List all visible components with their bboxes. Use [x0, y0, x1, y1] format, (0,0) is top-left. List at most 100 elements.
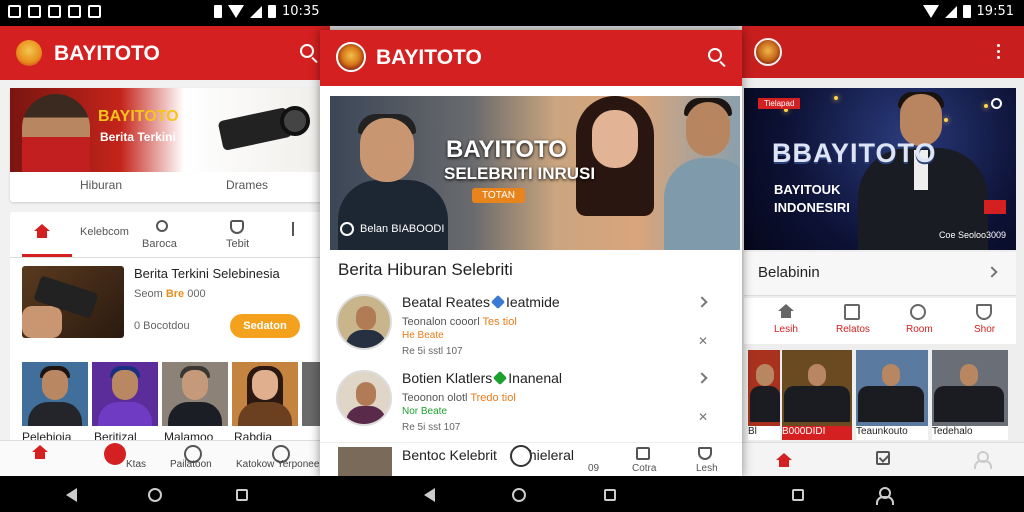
hero-caption: Belan BIABOODI — [340, 222, 444, 236]
banner-tab-drames[interactable]: Drames — [226, 178, 268, 192]
hero-title: BBAYITOTO — [772, 138, 937, 168]
media-tile[interactable]: Tedehalo — [932, 350, 1008, 440]
status-cluster-center: 10:35 — [214, 4, 319, 19]
nav-label[interactable]: Ktas — [126, 459, 146, 470]
hero-pill[interactable]: TOTAN — [472, 188, 525, 203]
home-system-icon[interactable] — [512, 488, 526, 502]
compass-icon[interactable] — [510, 445, 532, 467]
celebrity-row — [22, 362, 326, 426]
nav-label[interactable]: Katokow Yerponee — [236, 459, 319, 470]
status-cluster-right: 19:51 — [922, 4, 1014, 19]
back-icon[interactable] — [66, 488, 77, 502]
security-icon — [88, 5, 101, 18]
clock-center: 10:35 — [282, 4, 320, 19]
quick-action-label[interactable]: Relatos — [836, 324, 870, 335]
search-icon[interactable] — [991, 98, 1002, 109]
banner-tab-hiburan[interactable]: Hiburan — [80, 178, 122, 192]
search-icon[interactable] — [910, 304, 926, 320]
system-nav-bar — [0, 476, 1024, 512]
download-icon — [28, 5, 41, 18]
section-row[interactable]: Belabinin — [744, 252, 1016, 296]
profile-icon[interactable] — [876, 487, 894, 505]
quick-action-label[interactable]: Lesih — [774, 324, 798, 335]
chevron-right-icon — [986, 266, 998, 278]
screen-left: BAYITOTO BAYITOTO Berita Terkini Hiburan… — [0, 26, 330, 476]
item-avatar — [336, 370, 392, 426]
category-tabs: Kelebcom Baroca Tebit — [10, 212, 326, 258]
hero-person-image — [664, 98, 740, 250]
status-bar: 10:35 19:51 — [0, 0, 1024, 26]
overflow-menu-icon[interactable] — [997, 44, 1000, 47]
shield-icon[interactable] — [230, 220, 244, 234]
note-icon[interactable] — [636, 447, 650, 460]
home-nav-icon[interactable] — [776, 453, 792, 467]
signal-icon — [944, 5, 957, 18]
pin-icon[interactable] — [292, 222, 294, 236]
shield-icon[interactable] — [976, 304, 992, 320]
recents-icon[interactable] — [604, 489, 616, 501]
home-nav-icon[interactable] — [32, 445, 48, 459]
item-subtitle: Teoonon olotl Tredo tiol — [402, 392, 516, 404]
news-list-item[interactable]: Botien Klatlers Inanenal Teoonon olotl Tr… — [336, 370, 728, 442]
banner-title: BAYITOTO — [98, 108, 179, 125]
shield-icon[interactable] — [698, 447, 712, 460]
nav-label[interactable]: Cotra — [632, 463, 656, 474]
item-avatar — [336, 294, 392, 350]
media-caption: Bl — [748, 426, 780, 440]
category-panel: Kelebcom Baroca Tebit Berita Terkini Sel… — [10, 212, 326, 466]
celebrity-card[interactable] — [92, 362, 158, 426]
home-icon[interactable] — [34, 224, 50, 238]
media-tile[interactable]: B000DIDI — [782, 350, 852, 440]
brand-title: BAYITOTO — [54, 42, 160, 65]
calendar-icon[interactable] — [844, 304, 860, 320]
back-icon[interactable] — [424, 488, 435, 502]
media-tile[interactable]: Bl — [748, 350, 780, 440]
quick-action-label[interactable]: Room — [906, 324, 933, 335]
dismiss-icon[interactable]: ✕ — [698, 334, 708, 348]
news-list-item[interactable]: Beatal Reates Ieatmide Teonalon cooorl Te… — [336, 294, 728, 366]
search-icon[interactable] — [708, 48, 722, 62]
banner-subtitle: Berita Terkini — [100, 130, 176, 144]
tab-baroca[interactable]: Baroca — [142, 238, 177, 250]
play-icon — [48, 5, 61, 18]
quick-action-label[interactable]: Shor — [974, 324, 995, 335]
dismiss-icon[interactable]: ✕ — [698, 410, 708, 424]
home-system-icon[interactable] — [148, 488, 162, 502]
chevron-right-icon[interactable] — [696, 296, 708, 308]
media-caption: Teaunkouto — [856, 426, 928, 440]
search-icon[interactable] — [300, 44, 314, 58]
search-icon[interactable] — [156, 220, 168, 232]
brand-logo-icon[interactable] — [12, 38, 46, 68]
tab-kelebcom[interactable]: Kelebcom — [80, 226, 129, 238]
hero-tag: Tielapad — [758, 98, 801, 109]
media-caption: Tedehalo — [932, 426, 1008, 440]
tasks-nav-icon[interactable] — [876, 451, 890, 465]
celebrity-card[interactable] — [22, 362, 88, 426]
hero-banner[interactable]: BAYITOTO SELEBRITI INRUSI TOTAN Belan BI… — [330, 96, 740, 250]
news-subtitle: 0 Bocotdou — [134, 320, 190, 332]
tab-tebit[interactable]: Tebit — [226, 238, 249, 250]
news-item[interactable]: Berita Terkini Selebinesia Seom Bre 000 … — [22, 266, 322, 344]
news-action-button[interactable]: Sedaton — [230, 314, 300, 338]
promo-banner[interactable]: BAYITOTO Berita Terkini — [10, 88, 326, 172]
hero-banner[interactable]: Tielapad BBAYITOTO BAYITOUK INDONESIRI C… — [744, 88, 1016, 250]
brand-logo-icon[interactable] — [336, 42, 366, 72]
brand-nav-icon[interactable] — [104, 443, 126, 465]
promo-card[interactable]: BAYITOTO Berita Terkini Hiburan Drames — [10, 88, 326, 202]
recents-icon[interactable] — [792, 489, 804, 501]
brand-logo-icon[interactable] — [754, 38, 782, 66]
news-thumbnail — [22, 266, 124, 338]
screen-center: BAYITOTO BAYITOTO SELEBRITI INRUSI TOTAN… — [320, 30, 742, 478]
chevron-right-icon[interactable] — [696, 372, 708, 384]
app-bar: BAYITOTO — [0, 26, 330, 80]
nav-label[interactable]: Lesh — [696, 463, 718, 474]
recents-icon[interactable] — [236, 489, 248, 501]
item-title: Bentoc Kelebrit hieleral — [402, 447, 574, 463]
media-tile[interactable]: Teaunkouto — [856, 350, 928, 440]
home-icon[interactable] — [778, 304, 794, 318]
profile-nav-icon[interactable] — [974, 451, 992, 469]
celebrity-card[interactable] — [162, 362, 228, 426]
item-title: Botien Klatlers Inanenal — [402, 370, 562, 386]
celebrity-card[interactable] — [232, 362, 298, 426]
nav-label[interactable]: Pailatoon — [170, 459, 212, 470]
